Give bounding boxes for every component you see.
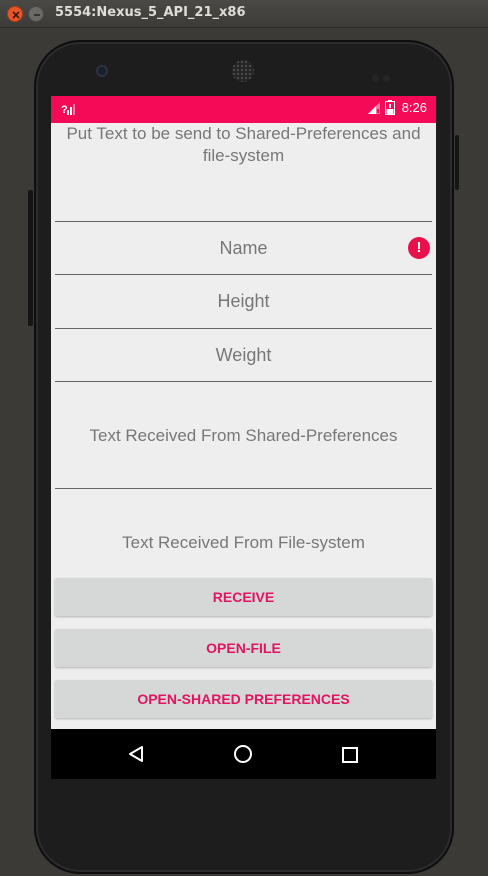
blank-input-field[interactable]: [55, 167, 432, 222]
recent-apps-icon[interactable]: [342, 747, 358, 763]
receive-button[interactable]: RECEIVE: [55, 578, 432, 616]
close-icon: [12, 11, 20, 19]
navigation-bar: [51, 729, 436, 779]
shared-preferences-output-field[interactable]: Text Received From Shared-Preferences: [55, 382, 432, 489]
status-time: 8:26: [401, 100, 427, 115]
error-icon[interactable]: !: [408, 237, 430, 259]
window-close-button[interactable]: [7, 6, 23, 22]
open-file-button[interactable]: OPEN-FILE: [55, 629, 432, 667]
main-content: Put Text to be send to Shared-Preference…: [51, 123, 436, 729]
weight-input-field[interactable]: Weight: [55, 329, 432, 382]
open-shared-preferences-button[interactable]: OPEN-SHARED PREFERENCES: [55, 680, 432, 718]
earpiece-speaker: [232, 60, 254, 82]
name-input-field[interactable]: Name !: [55, 222, 432, 275]
window-title: 5554:Nexus_5_API_21_x86: [55, 5, 246, 20]
signal-icon: ?: [61, 101, 75, 120]
device-screen: ? 8:26 Put Text to be send to Shared-Pre…: [51, 96, 436, 779]
window-titlebar: 5554:Nexus_5_API_21_x86: [0, 0, 488, 28]
status-bar: ? 8:26: [51, 96, 436, 123]
window-minimize-button[interactable]: [28, 6, 44, 22]
height-input-field[interactable]: Height: [55, 275, 432, 329]
instruction-text: Put Text to be send to Shared-Preference…: [66, 124, 421, 165]
home-icon[interactable]: [233, 744, 253, 764]
cell-signal-icon: [367, 101, 380, 114]
minimize-icon: [34, 14, 40, 16]
svg-text:?: ?: [61, 104, 68, 116]
proximity-sensors: [372, 67, 394, 82]
phone-volume-button: [28, 190, 33, 326]
back-icon[interactable]: [127, 745, 145, 763]
phone-power-button: [455, 135, 459, 190]
front-camera: [96, 65, 108, 77]
battery-icon: [384, 100, 395, 115]
